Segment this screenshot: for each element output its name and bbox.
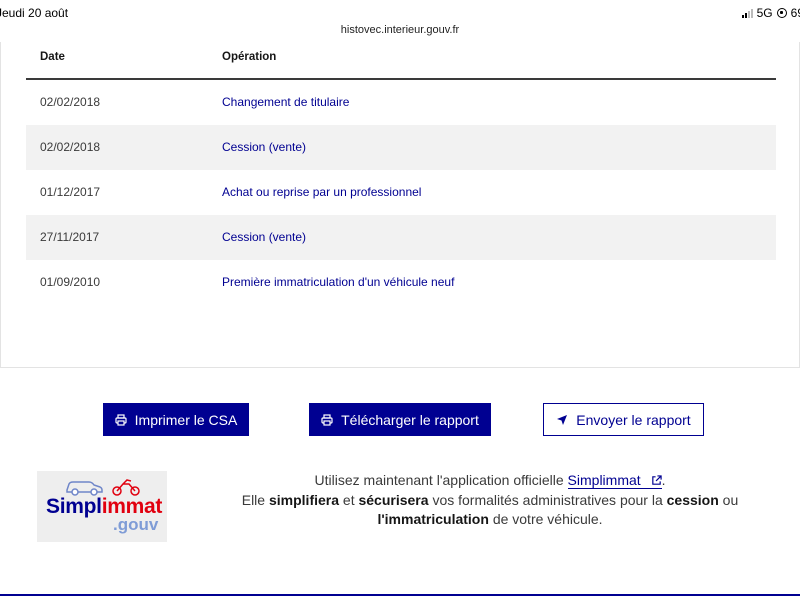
status-time: Jeudi 20 août [0, 6, 69, 20]
promo-line-2: Elle simplifiera et sécurisera vos forma… [241, 491, 739, 508]
logo-suffix: .gouv [113, 515, 159, 534]
table-header: Date Opération [26, 42, 776, 80]
table-body: 02/02/2018 Changement de titulaire 02/02… [26, 80, 776, 305]
simplimmat-link[interactable]: Simplimmat [567, 472, 662, 489]
print-csa-label: Imprimer le CSA [134, 411, 238, 428]
row-date: 02/02/2018 [40, 95, 101, 109]
simplimmat-logo[interactable]: Simplimmat .gouv [37, 471, 167, 542]
download-report-label: Télécharger le rapport [341, 411, 479, 428]
history-card: Date Opération 02/02/2018 Changement de … [0, 42, 800, 368]
row-operation-link[interactable]: Achat ou reprise par un professionnel [222, 185, 421, 199]
external-link-icon [651, 475, 662, 485]
row-date: 01/12/2017 [40, 185, 101, 199]
table-row: 01/12/2017 Achat ou reprise par un profe… [26, 170, 776, 215]
print-csa-button[interactable]: Imprimer le CSA [103, 403, 249, 436]
row-operation-link[interactable]: Cession (vente) [222, 230, 306, 244]
vehicles-icon [66, 479, 140, 496]
printer-icon [115, 413, 127, 426]
battery-level: 69 [790, 6, 800, 20]
promo-line-1: Utilisez maintenant l'application offici… [314, 472, 666, 489]
row-operation-link[interactable]: Cession (vente) [222, 140, 306, 154]
send-report-button[interactable]: Envoyer le rapport [543, 403, 704, 436]
column-header-date: Date [40, 51, 65, 63]
status-indicators: 5G 69 [741, 6, 800, 20]
send-report-label: Envoyer le rapport [576, 411, 691, 428]
history-table: Date Opération 02/02/2018 Changement de … [26, 42, 776, 305]
row-date: 02/02/2018 [40, 140, 101, 154]
row-date: 27/11/2017 [40, 230, 100, 244]
send-arrow-icon [557, 414, 568, 425]
table-row: 02/02/2018 Changement de titulaire [26, 80, 776, 125]
cellular-signal-icon [741, 8, 753, 18]
simplimmat-promo: Utilisez maintenant l'application offici… [180, 471, 800, 530]
network-type: 5G [756, 6, 773, 20]
table-row: 27/11/2017 Cession (vente) [26, 215, 776, 260]
table-row: 01/09/2010 Première immatriculation d'un… [26, 260, 776, 305]
table-row: 02/02/2018 Cession (vente) [26, 125, 776, 170]
printer-icon [321, 413, 333, 426]
download-report-button[interactable]: Télécharger le rapport [309, 403, 491, 436]
row-operation-link[interactable]: Première immatriculation d'un véhicule n… [222, 275, 454, 289]
footer-divider [0, 594, 800, 596]
status-bar: Jeudi 20 août 5G 69 [0, 0, 800, 24]
row-operation-link[interactable]: Changement de titulaire [222, 95, 349, 109]
orientation-lock-icon [776, 8, 787, 18]
column-header-operation: Opération [222, 51, 277, 63]
promo-line-3: l'immatriculation de votre véhicule. [377, 511, 603, 527]
browser-url-bar[interactable]: histovec.interieur.gouv.fr [0, 24, 800, 42]
row-date: 01/09/2010 [40, 275, 101, 289]
url-text: histovec.interieur.gouv.fr [340, 24, 460, 36]
